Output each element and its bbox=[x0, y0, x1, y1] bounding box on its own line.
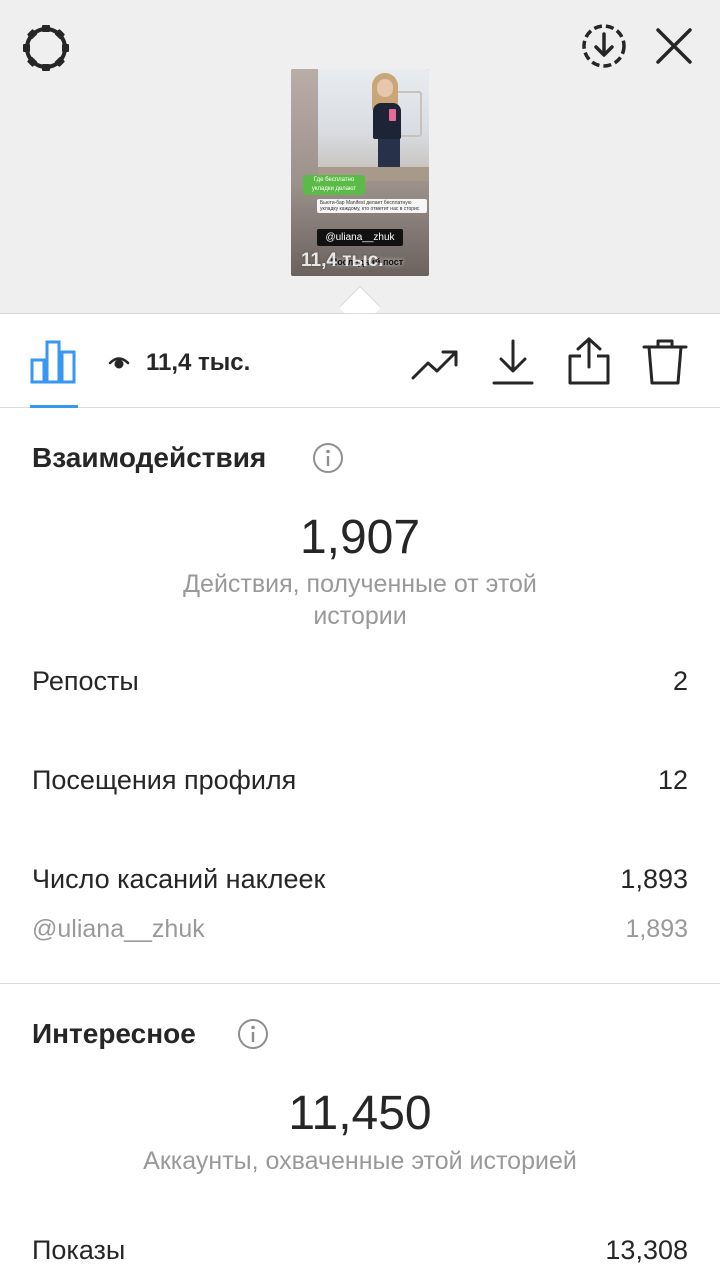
story-views-overlay: 11,4 тыс. bbox=[301, 250, 384, 271]
insights-toolbar: 11,4 тыс. bbox=[0, 314, 720, 408]
section-divider bbox=[0, 983, 720, 984]
download-circle-icon[interactable] bbox=[578, 20, 630, 72]
person-phone bbox=[389, 109, 396, 121]
profile-visits-value: 12 bbox=[657, 765, 688, 795]
bar-chart-icon[interactable] bbox=[30, 338, 76, 384]
reach-total: 11,450 bbox=[288, 1087, 432, 1140]
interactions-caption: Действия, полученные от этой истории bbox=[183, 570, 537, 630]
sticker-mention-label: @uliana__zhuk bbox=[32, 915, 205, 943]
story-thumbnail[interactable]: Где бесплатно укладки делают Бьюти-бар M… bbox=[291, 69, 429, 276]
impressions-label: Показы bbox=[32, 1235, 126, 1265]
reach-caption: Аккаунты, охваченные этой историей bbox=[143, 1147, 577, 1175]
close-icon[interactable] bbox=[652, 24, 696, 68]
interactions-title: Взаимодействия bbox=[32, 442, 267, 473]
discovery-title: Интересное bbox=[32, 1018, 196, 1049]
reposts-label: Репосты bbox=[32, 666, 139, 696]
person-body bbox=[373, 103, 401, 139]
story-green-sticker: Где бесплатно укладки делают bbox=[303, 175, 365, 195]
story-mention-sticker: @uliana__zhuk bbox=[317, 229, 403, 246]
trash-icon[interactable] bbox=[642, 338, 688, 386]
person-face bbox=[377, 79, 393, 97]
info-icon[interactable] bbox=[312, 442, 344, 474]
person-legs bbox=[378, 137, 400, 169]
eye-icon bbox=[108, 357, 130, 369]
sticker-taps-value: 1,893 bbox=[620, 864, 688, 894]
settings-gear-icon[interactable] bbox=[20, 22, 72, 74]
download-icon[interactable] bbox=[490, 338, 536, 386]
interactions-total: 1,907 bbox=[299, 511, 421, 564]
sticker-mention-value: 1,893 bbox=[625, 915, 688, 943]
story-text-sticker: Бьюти-бар Manifest делает бесплатную укл… bbox=[317, 199, 427, 213]
reposts-value: 2 bbox=[672, 666, 688, 696]
profile-visits-label: Посещения профиля bbox=[32, 765, 297, 795]
sticker-taps-label: Число касаний наклеек bbox=[32, 864, 326, 894]
trend-arrow-icon[interactable] bbox=[410, 344, 460, 384]
active-tab-indicator bbox=[30, 405, 78, 408]
share-icon[interactable] bbox=[566, 336, 612, 386]
story-preview-area: Где бесплатно укладки делают Бьюти-бар M… bbox=[0, 0, 720, 314]
info-icon[interactable] bbox=[237, 1018, 269, 1050]
views-count: 11,4 тыс. bbox=[146, 349, 251, 376]
insights-panel: 11,4 тыс. Взаимодействия 1,907 Действия,… bbox=[0, 313, 720, 1280]
story-photo bbox=[318, 69, 429, 173]
impressions-value: 13,308 bbox=[605, 1235, 688, 1265]
